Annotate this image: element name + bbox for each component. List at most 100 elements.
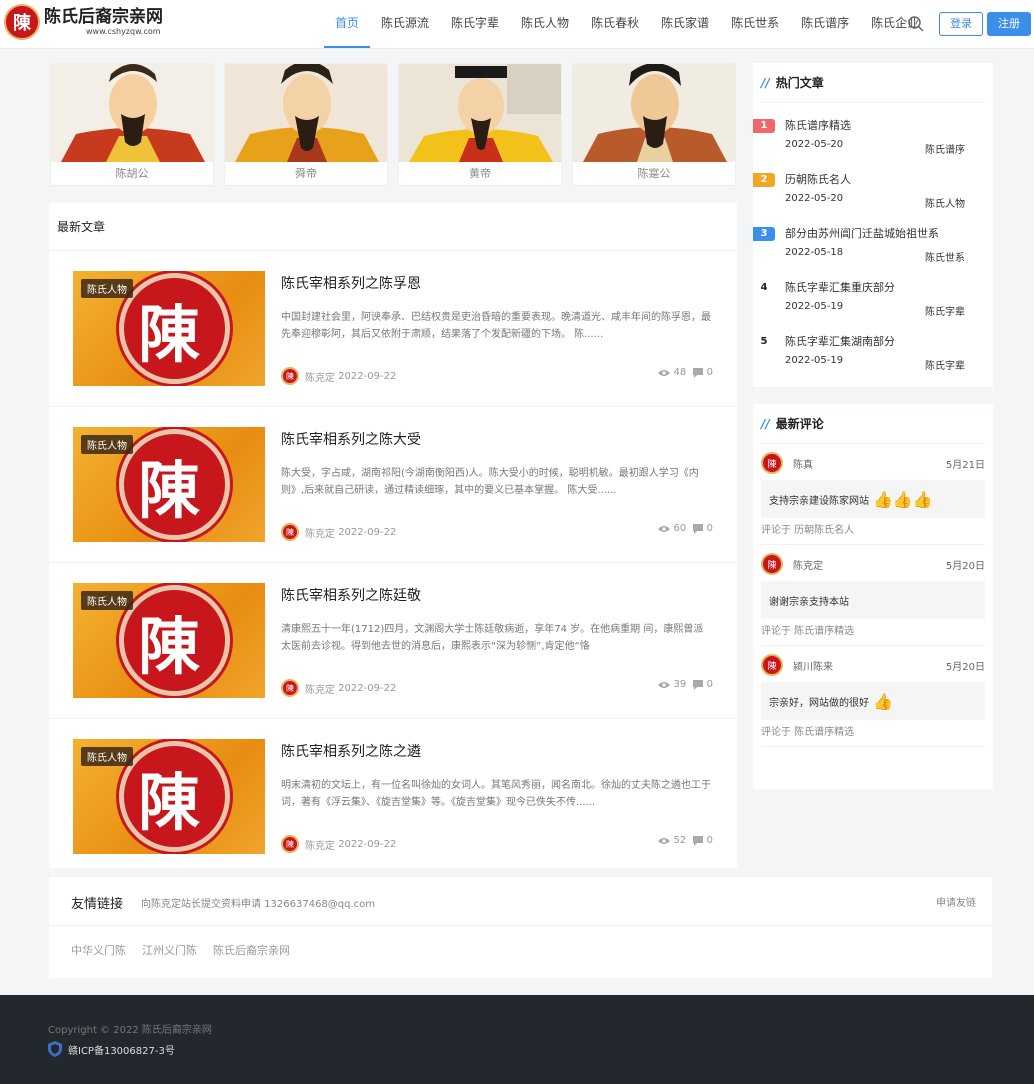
article-title[interactable]: 陈氏宰相系列之陈之遴	[281, 741, 421, 761]
comment-date: 5月21日	[945, 460, 985, 471]
friend-links-title: 友情链接	[71, 897, 124, 912]
friend-links: 友情链接 向陈克定站长提交资料申请 1326637468@qq.com 申请友链…	[49, 877, 992, 978]
comment-count: 0	[706, 523, 713, 534]
hot-article-title[interactable]: 历朝陈氏名人	[785, 171, 851, 187]
eye-icon	[657, 369, 670, 376]
article-tag[interactable]: 陈氏人物	[81, 279, 133, 298]
article-author: 陳 陈克定 2022-09-22	[281, 367, 396, 385]
avatar[interactable]: 陳	[761, 452, 783, 474]
article-date: 2022-09-22	[338, 682, 397, 694]
hot-article-item[interactable]: 3 部分由苏州阊门迁盐城始祖世系 2022-05-18 陈氏世系	[753, 211, 993, 265]
title-bar-icon: //	[761, 417, 770, 431]
comment-icon	[692, 835, 703, 846]
nav-item-prefaces[interactable]: 陈氏谱序	[790, 0, 860, 48]
view-count: 39	[673, 679, 687, 690]
article-thumbnail[interactable]: 陳 陈氏人物	[73, 271, 265, 386]
comment-target[interactable]: 评论于 陈氏谱序精选	[761, 720, 985, 746]
hot-article-item[interactable]: 1 陈氏谱序精选 2022-05-20 陈氏谱序	[753, 103, 993, 157]
article-tag[interactable]: 陈氏人物	[81, 747, 133, 766]
hot-article-category[interactable]: 陈氏字辈	[925, 357, 965, 372]
icp-record[interactable]: 赣ICP备13006827-3号	[48, 1041, 175, 1057]
hot-article-category[interactable]: 陈氏谱序	[925, 141, 965, 156]
nav-item-origin[interactable]: 陈氏源流	[370, 0, 440, 48]
author-name: 陈克定	[305, 528, 335, 540]
hot-article-category[interactable]: 陈氏人物	[925, 195, 965, 210]
hot-article-item[interactable]: 2 历朝陈氏名人 2022-05-20 陈氏人物	[753, 157, 993, 211]
logo-title: 陈氏后裔宗亲网	[44, 7, 163, 27]
latest-articles: 最新文章 陳 陈氏人物 陈氏宰相系列之陈孚恩 中国封建社会里，阿谀奉承、巴结权贵…	[49, 203, 737, 868]
portrait-card[interactable]: 黄帝	[398, 63, 562, 186]
nav-item-genealogy[interactable]: 陈氏家谱	[650, 0, 720, 48]
comment-user[interactable]: 陈克定	[793, 557, 823, 572]
hot-article-date: 2022-05-20	[785, 193, 844, 204]
author-avatar: 陳	[281, 367, 299, 385]
comment-user[interactable]: 颍川陈来	[793, 658, 833, 673]
comment-user[interactable]: 陈真	[793, 456, 813, 471]
thumbs-up-icon: 👍	[873, 691, 893, 711]
eye-icon	[657, 837, 670, 844]
portrait-card[interactable]: 陈胡公	[50, 63, 214, 186]
article-title[interactable]: 陈氏宰相系列之陈孚恩	[281, 273, 421, 293]
article-item[interactable]: 陳 陈氏人物 陈氏宰相系列之陈孚恩 中国封建社会里，阿谀奉承、巴结权贵是吏治昏暗…	[49, 251, 737, 407]
hot-article-category[interactable]: 陈氏世系	[925, 249, 965, 264]
article-thumbnail[interactable]: 陳 陈氏人物	[73, 739, 265, 854]
login-button[interactable]: 登录	[939, 12, 983, 36]
latest-articles-title: 最新文章	[49, 203, 737, 251]
hot-article-title[interactable]: 部分由苏州阊门迁盐城始祖世系	[785, 225, 939, 241]
avatar[interactable]: 陳	[761, 553, 783, 575]
article-item[interactable]: 陳 陈氏人物 陈氏宰相系列之陈之遴 明末清初的文坛上，有一位名叫徐灿的女词人。其…	[49, 719, 737, 875]
author-avatar: 陳	[281, 523, 299, 541]
hot-article-title[interactable]: 陈氏字辈汇集湖南部分	[785, 333, 895, 349]
nav-item-generation-names[interactable]: 陈氏字辈	[440, 0, 510, 48]
portrait-image	[399, 64, 561, 162]
article-date: 2022-09-22	[338, 370, 397, 382]
article-tag[interactable]: 陈氏人物	[81, 591, 133, 610]
eye-icon	[657, 525, 670, 532]
view-count: 48	[673, 367, 687, 378]
comment-item: 陳 陈真 5月21日 支持宗亲建设陈家网站 👍👍👍 评论于 历朝陈氏名人	[761, 444, 985, 545]
comment-date: 5月20日	[945, 662, 985, 673]
hot-article-title[interactable]: 陈氏谱序精选	[785, 117, 851, 133]
article-stats: 48 0	[657, 367, 713, 378]
author-name: 陈克定	[305, 684, 335, 696]
rank-badge: 3	[753, 227, 775, 241]
comment-icon	[692, 367, 703, 378]
friend-link[interactable]: 中华义门陈	[71, 942, 126, 958]
article-item[interactable]: 陳 陈氏人物 陈氏宰相系列之陈廷敬 清康熙五十一年(1712)四月，文渊阁大学士…	[49, 563, 737, 719]
hot-article-category[interactable]: 陈氏字辈	[925, 303, 965, 318]
nav-item-figures[interactable]: 陈氏人物	[510, 0, 580, 48]
article-title[interactable]: 陈氏宰相系列之陈大受	[281, 429, 421, 449]
article-tag[interactable]: 陈氏人物	[81, 435, 133, 454]
hot-article-title[interactable]: 陈氏字辈汇集重庆部分	[785, 279, 895, 295]
register-button[interactable]: 注册	[987, 12, 1031, 36]
hot-article-item[interactable]: 4 陈氏字辈汇集重庆部分 2022-05-19 陈氏字辈	[753, 265, 993, 319]
logo-seal-icon: 陳	[4, 4, 40, 40]
nav-item-home[interactable]: 首页	[324, 0, 371, 48]
hot-article-date: 2022-05-18	[785, 247, 844, 258]
author-name: 陈克定	[305, 840, 335, 852]
nav-item-lineage[interactable]: 陈氏世系	[720, 0, 790, 48]
search-icon[interactable]	[906, 14, 926, 34]
article-title[interactable]: 陈氏宰相系列之陈廷敬	[281, 585, 421, 605]
article-thumbnail[interactable]: 陳 陈氏人物	[73, 583, 265, 698]
article-stats: 52 0	[657, 835, 713, 846]
comment-target[interactable]: 评论于 历朝陈氏名人	[761, 518, 985, 544]
portrait-card[interactable]: 陈寔公	[572, 63, 736, 186]
article-item[interactable]: 陳 陈氏人物 陈氏宰相系列之陈大受 陈大受，字占咸，湖南祁阳(今湖南衡阳西)人。…	[49, 407, 737, 563]
site-footer: Copyright © 2022 陈氏后裔宗亲网 赣ICP备13006827-3…	[0, 995, 1034, 1084]
article-summary: 陈大受，字占咸，湖南祁阳(今湖南衡阳西)人。陈大受小的时候，聪明机敏。最初跟人学…	[281, 468, 699, 496]
hot-article-item[interactable]: 5 陈氏字辈汇集湖南部分 2022-05-19 陈氏字辈	[753, 319, 993, 373]
friend-link[interactable]: 陈氏后裔宗亲网	[213, 942, 290, 958]
avatar[interactable]: 陳	[761, 654, 783, 676]
portrait-image	[225, 64, 387, 162]
comment-target[interactable]: 评论于 陈氏谱序精选	[761, 619, 985, 645]
nav-item-annals[interactable]: 陈氏春秋	[580, 0, 650, 48]
portrait-card[interactable]: 舜帝	[224, 63, 388, 186]
friend-link[interactable]: 江州义门陈	[142, 942, 197, 958]
apply-link-button[interactable]: 申请友链	[936, 894, 976, 909]
latest-comments: //最新评论 陳 陈真 5月21日 支持宗亲建设陈家网站 👍👍👍 评论于 历朝陈氏…	[753, 404, 993, 789]
article-author: 陳 陈克定 2022-09-22	[281, 679, 396, 697]
article-thumbnail[interactable]: 陳 陈氏人物	[73, 427, 265, 542]
portrait-cards: 陈胡公 舜帝 黄帝 陈寔公	[50, 63, 736, 186]
site-logo[interactable]: 陳 陈氏后裔宗亲网 www.cshyzqw.com	[4, 4, 163, 40]
